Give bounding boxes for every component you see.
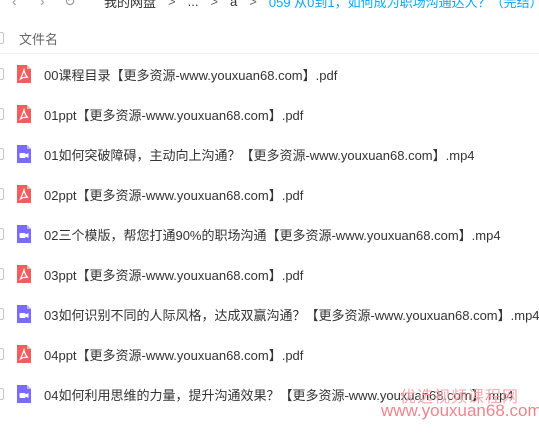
breadcrumb-item-ellipsis[interactable]: ... [188,0,199,9]
pdf-file-icon [14,104,34,124]
video-file-icon [14,224,34,244]
file-row[interactable]: 03ppt【更多资源-www.youxuan68.com】.pdf [0,254,539,294]
list-header: 文件名 [0,23,539,54]
file-row[interactable]: 02三个模版，帮您打通90%的职场沟通【更多资源-www.youxuan68.c… [0,214,539,254]
row-checkbox[interactable] [0,388,4,400]
row-checkbox[interactable] [0,68,4,80]
file-name[interactable]: 01如何突破障碍，主动向上沟通？【更多资源-www.youxuan68.com】… [44,145,475,164]
row-checkbox[interactable] [0,268,4,280]
row-checkbox[interactable] [0,228,4,240]
row-checkbox[interactable] [0,308,4,320]
refresh-icon[interactable]: ↻ [64,0,76,10]
file-name[interactable]: 00课程目录【更多资源-www.youxuan68.com】.pdf [44,65,337,84]
file-row[interactable]: 02ppt【更多资源-www.youxuan68.com】.pdf [0,174,539,214]
file-name[interactable]: 03ppt【更多资源-www.youxuan68.com】.pdf [44,265,303,284]
breadcrumb-separator: > [210,0,219,9]
file-name[interactable]: 04ppt【更多资源-www.youxuan68.com】.pdf [44,345,303,364]
select-all-checkbox[interactable] [0,32,4,44]
file-row[interactable]: 03如何识别不同的人际风格，达成双赢沟通？【更多资源-www.youxuan68… [0,294,539,334]
row-checkbox[interactable] [0,108,4,120]
file-browser: ‹ › ↻ 我的网盘 > ... > a > 059 从0到1，如何成为职场沟通… [0,0,539,434]
file-list: 00课程目录【更多资源-www.youxuan68.com】.pdf 01ppt【… [0,54,539,414]
pdf-file-icon [14,64,34,84]
file-name[interactable]: 02三个模版，帮您打通90%的职场沟通【更多资源-www.youxuan68.c… [44,225,501,244]
pdf-file-icon [14,344,34,364]
video-file-icon [14,304,34,324]
row-checkbox[interactable] [0,188,4,200]
breadcrumb-path: 我的网盘 > ... > a > 059 从0到1，如何成为职场沟通达人？（完结… [104,0,539,11]
file-row[interactable]: 01如何突破障碍，主动向上沟通？【更多资源-www.youxuan68.com】… [0,134,539,174]
breadcrumb-separator: > [168,0,176,9]
row-checkbox[interactable] [0,148,4,160]
video-file-icon [14,144,34,164]
file-name[interactable]: 01ppt【更多资源-www.youxuan68.com】.pdf [44,105,303,124]
chevron-left-icon[interactable]: ‹ [12,0,17,9]
file-row[interactable]: 00课程目录【更多资源-www.youxuan68.com】.pdf [0,54,539,94]
pdf-file-icon [14,184,34,204]
breadcrumb-separator: > [249,0,257,9]
breadcrumb-item-current: 059 从0到1，如何成为职场沟通达人？（完结）【更多 [268,0,539,10]
pdf-file-icon [14,264,34,284]
chevron-right-icon[interactable]: › [40,0,45,9]
breadcrumb-item-root[interactable]: 我的网盘 [104,0,156,11]
file-name[interactable]: 02ppt【更多资源-www.youxuan68.com】.pdf [44,185,303,204]
file-name[interactable]: 03如何识别不同的人际风格，达成双赢沟通？【更多资源-www.youxuan68… [44,305,539,324]
file-row[interactable]: 04ppt【更多资源-www.youxuan68.com】.pdf [0,334,539,374]
breadcrumb-item-folder[interactable]: a [230,0,237,9]
row-checkbox[interactable] [0,348,4,360]
column-header-filename[interactable]: 文件名 [19,29,58,48]
file-row[interactable]: 01ppt【更多资源-www.youxuan68.com】.pdf [0,94,539,134]
breadcrumb: ‹ › ↻ 我的网盘 > ... > a > 059 从0到1，如何成为职场沟通… [0,0,539,11]
video-file-icon [14,384,34,404]
watermark-url: www.youxuan68.com [381,401,539,420]
